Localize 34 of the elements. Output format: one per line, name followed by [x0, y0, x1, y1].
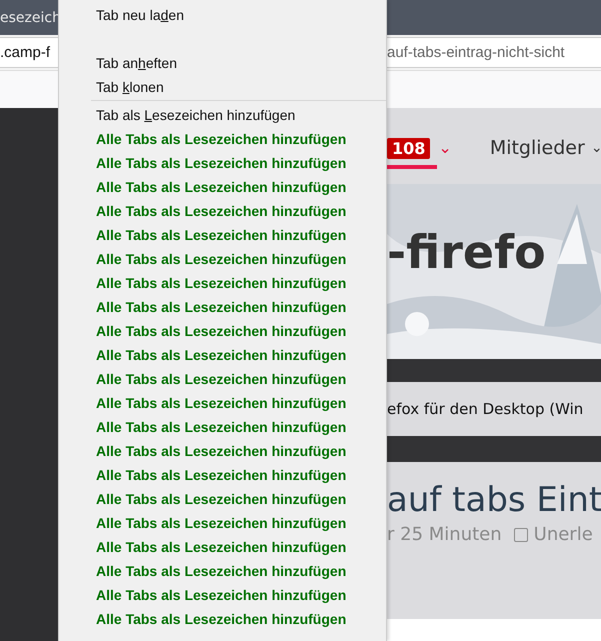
menu-item[interactable]: Alle Tabs als Lesezeichen hinzufügen	[59, 127, 386, 151]
menu-item[interactable]: Alle Tabs als Lesezeichen hinzufügen	[59, 151, 386, 175]
menu-item[interactable]: Alle Tabs als Lesezeichen hinzufügen	[59, 391, 386, 415]
menu-item[interactable]: Alle Tabs als Lesezeichen hinzufügen	[59, 223, 386, 247]
menu-item[interactable]: Alle Tabs als Lesezeichen hinzufügen	[59, 343, 386, 367]
members-menu[interactable]: Mitglieder ⌄	[490, 137, 601, 159]
menu-item[interactable]: Alle Tabs als Lesezeichen hinzufügen	[59, 415, 386, 439]
dropdown-caret[interactable]: ⌄	[438, 140, 452, 156]
address-field[interactable]: .camp-f	[0, 37, 58, 68]
status-label: Unerle	[534, 524, 593, 545]
menu-item[interactable]: Alle Tabs als Lesezeichen hinzufügen	[59, 511, 386, 535]
menu-item[interactable]: Alle Tabs als Lesezeichen hinzufügen	[59, 559, 386, 583]
post-time: r 25 Minuten	[387, 524, 502, 545]
logo-text: -firefo	[387, 224, 546, 278]
menu-item[interactable]: Alle Tabs als Lesezeichen hinzufügen	[59, 463, 386, 487]
breadcrumb[interactable]: efox für den Desktop (Win	[387, 382, 601, 436]
menu-item[interactable]: Alle Tabs als Lesezeichen hinzufügen	[59, 439, 386, 463]
menu-item[interactable]: Alle Tabs als Lesezeichen hinzufügen	[59, 247, 386, 271]
address-field[interactable]: auf-tabs-eintrag-nicht-sicht	[387, 37, 601, 68]
menu-item[interactable]: Alle Tabs als Lesezeichen hinzufügen	[59, 175, 386, 199]
menu-item[interactable]: Alle Tabs als Lesezeichen hinzufügen	[59, 487, 386, 511]
menu-item[interactable]: Alle Tabs als Lesezeichen hinzufügen	[59, 319, 386, 343]
menu-item[interactable]: Tab als Lesezeichen hinzufügen	[59, 103, 386, 127]
menu-item[interactable]: Alle Tabs als Lesezeichen hinzufügen	[59, 583, 386, 607]
menu-item[interactable]: Alle Tabs als Lesezeichen hinzufügen	[59, 295, 386, 319]
menu-item[interactable]: Alle Tabs als Lesezeichen hinzufügen	[59, 607, 386, 631]
menu-item[interactable]: Alle Tabs als Lesezeichen hinzufügen	[59, 367, 386, 391]
count-badge: 108	[387, 138, 430, 158]
menu-item[interactable]: Tab anheften	[59, 51, 386, 75]
checkbox-icon[interactable]	[514, 528, 528, 542]
menu-item[interactable]: Alle Tabs als Lesezeichen hinzufügen	[59, 271, 386, 295]
menu-item[interactable]: Tab neu laden	[59, 3, 386, 27]
menu-item[interactable]: Alle Tabs als Lesezeichen hinzufügen	[59, 199, 386, 223]
menu-item[interactable]: Alle Tabs als Lesezeichen hinzufügen	[59, 535, 386, 559]
